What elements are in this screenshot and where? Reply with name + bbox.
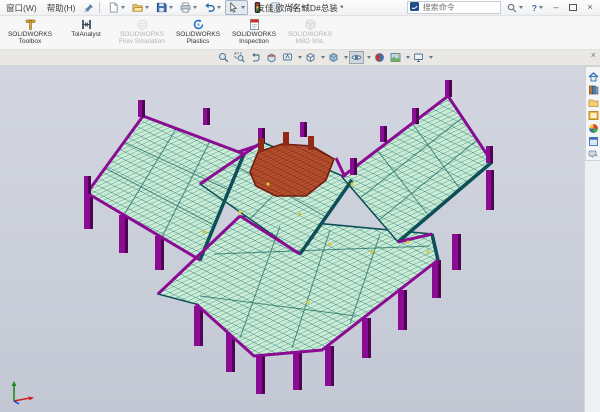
chevron-down-icon[interactable] (344, 56, 348, 59)
previous-view-button[interactable] (248, 51, 263, 64)
solidworks-plastics-button[interactable]: SOLIDWORKS Plastics (170, 17, 226, 46)
file-properties-button[interactable] (267, 0, 284, 15)
chevron-down-icon (241, 6, 245, 9)
toolbar-separator (99, 2, 100, 13)
save-button[interactable] (153, 0, 176, 15)
button-label: SOLIDWORKS Flow Simulation (114, 31, 170, 46)
menu-help[interactable]: 帮助(H) (45, 1, 78, 15)
solidworks-forum-icon[interactable] (587, 148, 600, 160)
appearances-scenes-icon[interactable] (587, 122, 600, 134)
minimize-button[interactable]: – (549, 2, 563, 13)
solidworks-toolbox-button[interactable]: SOLIDWORKS Toolbox (2, 17, 58, 46)
menubar: 窗口(W) 帮助(H) (0, 1, 94, 15)
dynamic-annotation-button[interactable] (280, 51, 295, 64)
apply-scene-button[interactable] (388, 51, 403, 64)
close-button[interactable]: × (583, 2, 597, 13)
task-pane-tabs (585, 66, 600, 161)
graphics-viewport[interactable] (0, 66, 600, 412)
menu-window[interactable]: 窗口(W) (4, 1, 39, 15)
select-button[interactable] (225, 0, 248, 15)
view-palette-icon[interactable] (587, 109, 600, 121)
button-label: SOLIDWORKS Plastics (170, 31, 226, 46)
chevron-down-icon[interactable] (367, 56, 371, 59)
model-canvas[interactable] (0, 66, 600, 412)
zoom-to-fit-button[interactable] (216, 51, 231, 64)
chevron-down-icon (519, 6, 523, 9)
undo-button[interactable] (201, 0, 224, 15)
button-label: SOLIDWORKS MBD SNL (282, 31, 338, 46)
button-label: SOLIDWORKS Inspection (226, 31, 282, 46)
titlebar: 窗口(W) 帮助(H) (0, 0, 600, 16)
close-toolbar-icon[interactable]: × (591, 50, 596, 60)
file-explorer-icon[interactable] (587, 96, 600, 108)
chevron-down-icon[interactable] (298, 56, 302, 59)
search-box (407, 1, 501, 14)
chevron-down-icon[interactable] (429, 56, 433, 59)
restore-icon (569, 4, 577, 11)
solidworks-mbd-button: SOLIDWORKS MBD SNL (282, 17, 338, 46)
reference-triad (6, 377, 36, 405)
button-label: SOLIDWORKS Toolbox (2, 31, 58, 46)
command-manager: SOLIDWORKS Toolbox TolAnalyst SOLIDWORKS… (0, 16, 600, 50)
edit-appearance-button[interactable] (372, 51, 387, 64)
design-library-icon[interactable] (587, 83, 600, 95)
restore-button[interactable] (566, 2, 580, 13)
flow-simulation-icon (136, 18, 149, 31)
tolanalyst-icon (80, 18, 93, 31)
chevron-down-icon (301, 6, 305, 9)
pin-menu-icon[interactable] (84, 3, 94, 13)
view-toolbar-band: × (0, 50, 600, 66)
tolanalyst-button[interactable]: TolAnalyst (58, 17, 114, 38)
chevron-down-icon (217, 6, 221, 9)
open-button[interactable] (129, 0, 152, 15)
toolbox-icon (24, 18, 37, 31)
hide-show-items-button[interactable] (349, 51, 364, 64)
view-orientation-button[interactable] (303, 51, 318, 64)
rebuild-button[interactable] (249, 0, 266, 15)
solidworks-flow-simulation-button: SOLIDWORKS Flow Simulation (114, 17, 170, 46)
chevron-down-icon[interactable] (406, 56, 410, 59)
search-options-button[interactable] (504, 1, 526, 15)
print-button[interactable] (177, 0, 200, 15)
options-button[interactable] (285, 0, 308, 15)
chevron-down-icon[interactable] (321, 56, 325, 59)
section-view-button[interactable] (264, 51, 279, 64)
zoom-to-area-button[interactable] (232, 51, 247, 64)
solidworks-resources-home-icon[interactable] (587, 70, 600, 82)
help-button[interactable]: ? (529, 1, 546, 15)
chevron-down-icon (193, 6, 197, 9)
help-label: ? (532, 3, 537, 13)
button-label: TolAnalyst (71, 31, 101, 38)
new-document-button[interactable] (105, 0, 128, 15)
heads-up-view-toolbar (216, 51, 433, 64)
chevron-down-icon (121, 6, 125, 9)
mbd-icon (304, 18, 317, 31)
solidworks-search-icon (410, 2, 419, 13)
solidworks-inspection-button[interactable]: SOLIDWORKS Inspection (226, 17, 282, 46)
chevron-down-icon (169, 6, 173, 9)
model-deck-plates[interactable] (87, 96, 492, 356)
chevron-down-icon (145, 6, 149, 9)
display-style-button[interactable] (326, 51, 341, 64)
task-pane-strip (584, 66, 600, 412)
inspection-icon (248, 18, 261, 31)
view-settings-button[interactable] (411, 51, 426, 64)
quick-access-toolbar (105, 0, 308, 15)
chevron-down-icon (539, 6, 543, 9)
custom-properties-icon[interactable] (587, 135, 600, 147)
plastics-icon (192, 18, 205, 31)
search-input[interactable] (421, 2, 495, 13)
